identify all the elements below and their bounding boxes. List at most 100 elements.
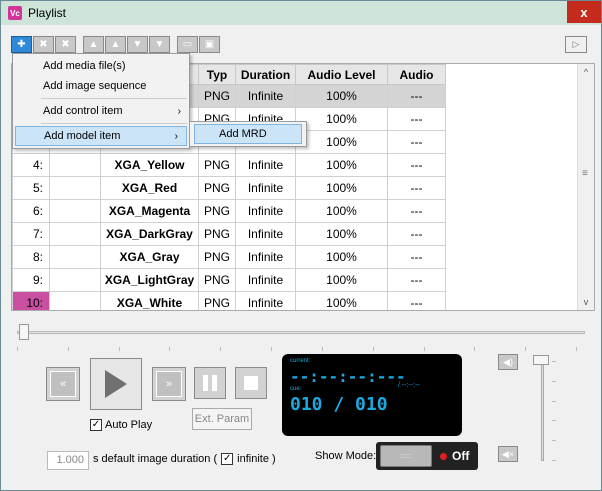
pause-button[interactable] [194, 367, 226, 399]
scroll-down-icon[interactable]: v [578, 294, 594, 310]
row-index: 5: [12, 176, 50, 200]
row-audio: --- [387, 130, 446, 154]
menu-divider [41, 98, 187, 99]
remove-icon[interactable]: ✖ [33, 36, 54, 53]
seek-slider[interactable] [17, 324, 585, 340]
row-audio: --- [387, 268, 446, 292]
menu-label: Add MRD [219, 128, 267, 140]
pause-icon [203, 375, 217, 391]
total-time: / --:--:-- [398, 382, 420, 389]
menu-add-image-sequence[interactable]: Add image sequence [13, 76, 189, 96]
table-row[interactable]: 6: XGA_Magenta PNG Infinite 100% --- [12, 199, 446, 223]
row-audio-level: 100% [295, 245, 388, 269]
menu-divider [41, 123, 187, 124]
row-name: XGA_Magenta [100, 199, 199, 223]
next-button[interactable]: » [152, 367, 186, 401]
show-mode-switch[interactable]: :::::: Off [376, 442, 478, 470]
seek-ticks [17, 347, 577, 353]
row-audio-level: 100% [295, 268, 388, 292]
row-type: PNG [198, 245, 236, 269]
playlist-window: Vc Playlist x ✚ ✖ ✖ ▲ ▲ ▼ ▼ ▭ ▣ ▷ Typ Du… [0, 0, 602, 491]
stop-icon [244, 376, 258, 390]
menu-add-mrd[interactable]: Add MRD [194, 124, 302, 144]
row-audio: --- [387, 176, 446, 200]
row-audio-level: 100% [295, 291, 388, 310]
col-header-audio[interactable]: Audio [387, 64, 446, 85]
table-row[interactable]: 4: XGA_Yellow PNG Infinite 100% --- [12, 153, 446, 177]
row-name: XGA_White [100, 291, 199, 310]
remove-all-icon[interactable]: ✖ [55, 36, 76, 53]
default-duration-input[interactable]: 1.000 [47, 451, 89, 470]
open-folder-icon[interactable]: ▭ [177, 36, 198, 53]
submenu-arrow-icon: › [177, 105, 181, 117]
row-audio-level: 100% [295, 84, 388, 108]
duration-options: s default image duration ( ✓ infinite ) [93, 453, 276, 465]
menu-add-control-item[interactable]: Add control item › [13, 101, 189, 121]
cue-label: cue: [290, 386, 302, 392]
row-thumbnail [49, 153, 101, 177]
row-audio-level: 100% [295, 153, 388, 177]
row-index: 10: [12, 291, 50, 310]
row-duration: Infinite [235, 222, 296, 246]
stop-button[interactable] [235, 367, 267, 399]
table-row[interactable]: 10: XGA_White PNG Infinite 100% --- [12, 291, 446, 310]
volume-track[interactable] [541, 361, 544, 461]
table-row[interactable]: 9: XGA_LightGray PNG Infinite 100% --- [12, 268, 446, 292]
close-button[interactable]: x [567, 1, 601, 23]
add-context-menu: Add media file(s) Add image sequence Add… [12, 53, 190, 149]
seek-thumb[interactable] [19, 324, 29, 340]
show-mode-knob[interactable]: :::::: [380, 445, 432, 467]
playlist-toolbar: ✚ ✖ ✖ ▲ ▲ ▼ ▼ ▭ ▣ [11, 36, 221, 54]
row-type: PNG [198, 153, 236, 177]
row-type: PNG [198, 176, 236, 200]
title-bar[interactable]: Vc Playlist x [1, 1, 601, 25]
auto-play-toggle[interactable]: ✓ Auto Play [90, 419, 152, 431]
add-icon[interactable]: ✚ [11, 36, 32, 53]
row-thumbnail [49, 199, 101, 223]
row-thumbnail [49, 222, 101, 246]
seek-track[interactable] [17, 331, 585, 334]
current-label: current: [290, 358, 311, 364]
row-audio-level: 100% [295, 107, 388, 131]
row-index: 6: [12, 199, 50, 223]
move-bottom-icon[interactable]: ▼ [149, 36, 170, 53]
row-index: 9: [12, 268, 50, 292]
table-row[interactable]: 5: XGA_Red PNG Infinite 100% --- [12, 176, 446, 200]
row-audio-level: 100% [295, 176, 388, 200]
col-header-type[interactable]: Typ [198, 64, 236, 85]
row-audio: --- [387, 291, 446, 310]
expand-panel-icon[interactable]: ▷ [565, 36, 587, 53]
show-mode-state: Off [452, 449, 470, 463]
scroll-up-icon[interactable]: ^ [578, 64, 594, 80]
menu-add-media-files[interactable]: Add media file(s) [13, 56, 189, 76]
row-thumbnail [49, 268, 101, 292]
play-button[interactable] [90, 358, 142, 410]
move-top-icon[interactable]: ▲ [83, 36, 104, 53]
row-name: XGA_Red [100, 176, 199, 200]
table-row[interactable]: 7: XGA_DarkGray PNG Infinite 100% --- [12, 222, 446, 246]
row-type: PNG [198, 268, 236, 292]
table-scrollbar[interactable]: ^ ≡ v [577, 64, 594, 310]
table-row[interactable]: 8: XGA_Gray PNG Infinite 100% --- [12, 245, 446, 269]
row-type: PNG [198, 222, 236, 246]
volume-icon[interactable]: ◀) [498, 354, 518, 370]
row-duration: Infinite [235, 153, 296, 177]
row-index: 4: [12, 153, 50, 177]
ext-param-button[interactable]: Ext. Param [192, 408, 252, 430]
menu-add-model-item[interactable]: Add model item › [15, 126, 187, 146]
row-audio-level: 100% [295, 222, 388, 246]
auto-play-checkbox[interactable]: ✓ [90, 419, 102, 431]
scroll-grip-icon[interactable]: ≡ [582, 168, 588, 179]
volume-thumb[interactable] [533, 355, 549, 365]
row-name: XGA_LightGray [100, 268, 199, 292]
col-header-duration[interactable]: Duration [235, 64, 296, 85]
row-duration: Infinite [235, 268, 296, 292]
col-header-audio-level[interactable]: Audio Level [295, 64, 388, 85]
mute-icon[interactable]: ◀× [498, 446, 518, 462]
previous-button[interactable]: « [46, 367, 80, 401]
menu-label: Add model item [44, 130, 121, 142]
infinite-checkbox[interactable]: ✓ [221, 453, 234, 465]
move-up-icon[interactable]: ▲ [105, 36, 126, 53]
save-icon[interactable]: ▣ [199, 36, 220, 53]
move-down-icon[interactable]: ▼ [127, 36, 148, 53]
